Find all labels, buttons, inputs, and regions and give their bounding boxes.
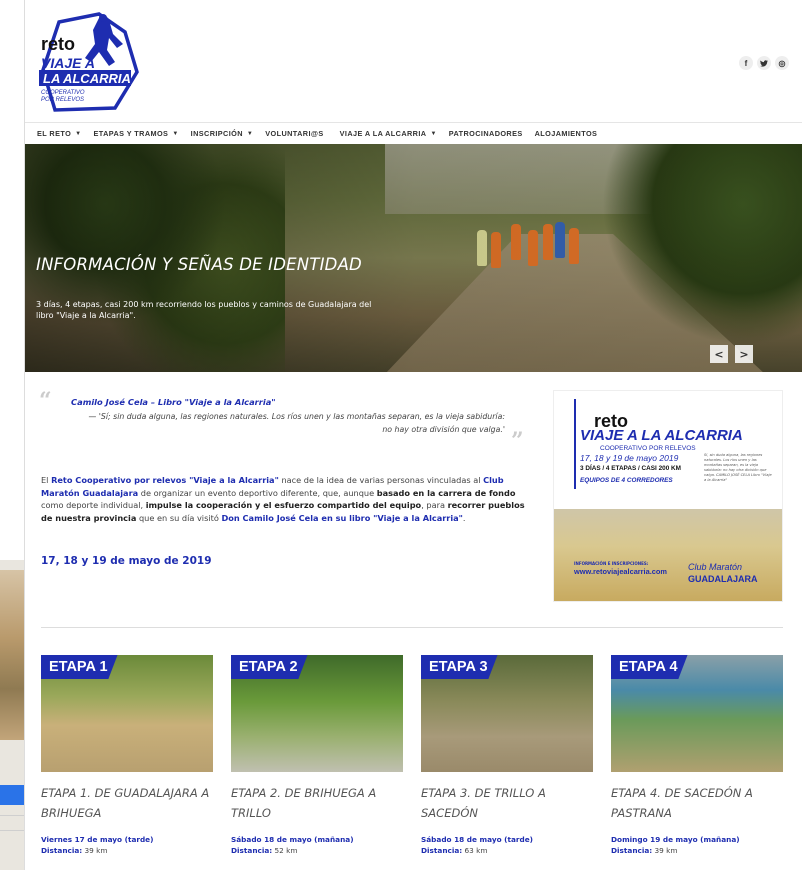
etapa-date: Sábado 18 de mayo (mañana) — [231, 835, 354, 844]
nav-voluntarios[interactable]: VOLUNTARI@S — [265, 129, 323, 138]
etapa-photo[interactable]: ETAPA 2 — [231, 655, 403, 772]
poster-teams: EQUIPOS DE 4 CORREDORES — [580, 477, 673, 484]
caret-down-icon: ▼ — [430, 130, 437, 137]
intro-link-reto[interactable]: Reto Cooperativo por relevos "Viaje a la… — [51, 475, 279, 485]
intro-link-cela[interactable]: Don Camilo José Cela en su libro "Viaje … — [221, 513, 462, 523]
intro-text: como deporte individual, — [41, 500, 146, 511]
distance-value: 52 km — [274, 846, 298, 855]
intro-text: de organizar un evento deportivo diferen… — [138, 487, 377, 498]
nav-label: EL RETO — [37, 129, 72, 138]
poster-summary: 3 DÍAS / 4 ETAPAS / CASI 200 KM — [580, 465, 681, 472]
intro-paragraph: El Reto Cooperativo por relevos "Viaje a… — [41, 474, 531, 524]
poster-accent-line — [574, 399, 576, 489]
etapa-photo[interactable]: ETAPA 3 — [421, 655, 593, 772]
distance-label: Distancia: — [421, 846, 463, 855]
poster-quote: Sí, sin duda alguna, las regiones natura… — [704, 453, 772, 482]
etapa-title[interactable]: ETAPA 2. DE BRIHUEGA A TRILLO — [231, 783, 401, 823]
poster-photo — [554, 509, 782, 601]
open-quote-icon: “ — [39, 388, 52, 414]
nav-alojamientos[interactable]: ALOJAMIENTOS — [535, 129, 598, 138]
caret-down-icon: ▼ — [172, 130, 179, 137]
etapa-card-3[interactable]: ETAPA 3 ETAPA 3. DE TRILLO A SACEDÓN Sáb… — [421, 655, 593, 870]
slider-next-button[interactable]: > — [735, 345, 753, 363]
facebook-icon[interactable]: f — [739, 56, 753, 70]
quote-text: — 'Sí; sin duda alguna, las regiones nat… — [88, 412, 506, 434]
nav-el-reto[interactable]: EL RETO ▼ — [37, 129, 82, 138]
poster-title: VIAJE A LA ALCARRIA — [580, 427, 743, 444]
logo-line4-text: POR RELEVOS — [41, 97, 84, 103]
intro-emphasis: basado en la carrera de fondo — [376, 487, 516, 498]
etapa-tag: ETAPA 2 — [231, 655, 308, 679]
etapa-card-1[interactable]: ETAPA 1 ETAPA 1. DE GUADALAJARA A BRIHUE… — [41, 655, 213, 870]
caret-down-icon: ▼ — [75, 130, 82, 137]
etapa-title[interactable]: ETAPA 4. DE SACEDÓN A PASTRANA — [611, 783, 781, 823]
caret-down-icon: ▼ — [246, 130, 254, 137]
distance-value: 63 km — [464, 846, 488, 855]
etapa-tag: ETAPA 4 — [611, 655, 688, 679]
twitter-icon[interactable] — [757, 56, 771, 70]
nav-label: ETAPAS Y TRAMOS — [93, 129, 169, 138]
quote-author: Camilo José Cela – Libro "Viaje a la Alc… — [71, 397, 276, 407]
web-page: reto VIAJE A LA ALCARRIA COOPERATIVO POR… — [24, 0, 802, 870]
event-dates: 17, 18 y 19 de mayo de 2019 — [41, 555, 212, 567]
distance-label: Distancia: — [611, 846, 653, 855]
logo-line1-text: VIAJE A — [41, 55, 95, 71]
distance-label: Distancia: — [231, 846, 273, 855]
nav-label: VOLUNTARI@S — [265, 129, 324, 138]
site-header: reto VIAJE A LA ALCARRIA COOPERATIVO POR… — [25, 0, 802, 120]
slide-text: 3 días, 4 etapas, casi 200 km recorriend… — [36, 300, 372, 320]
etapa-tag: ETAPA 1 — [41, 655, 118, 679]
etapa-card-2[interactable]: ETAPA 2 ETAPA 2. DE BRIHUEGA A TRILLO Sá… — [231, 655, 403, 870]
nav-patrocinadores[interactable]: PATROCINADORES — [449, 129, 523, 138]
etapa-distance: Distancia: 39 km — [41, 846, 107, 855]
poster-subtitle: COOPERATIVO POR RELEVOS — [600, 445, 696, 452]
poster-club-city: GUADALAJARA — [688, 574, 758, 584]
etapa-date: Viernes 17 de mayo (tarde) — [41, 835, 154, 844]
intro-text: , para — [421, 500, 448, 511]
logo-line2-text: LA ALCARRIA — [43, 71, 131, 86]
site-logo[interactable]: reto VIAJE A LA ALCARRIA COOPERATIVO POR… — [29, 10, 141, 114]
nav-inscripcion[interactable]: INSCRIPCIÓN ▼ — [191, 129, 254, 138]
event-poster[interactable]: reto VIAJE A LA ALCARRIA COOPERATIVO POR… — [553, 390, 783, 602]
distance-value: 39 km — [84, 846, 108, 855]
intro-text: que en su día visitó — [136, 512, 222, 523]
poster-dates: 17, 18 y 19 de mayo 2019 — [580, 453, 679, 463]
nav-viaje-a-la-alcarria[interactable]: VIAJE A LA ALCARRIA ▼ — [340, 129, 437, 138]
social-links: f ◎ — [739, 56, 789, 70]
etapa-distance: Distancia: 63 km — [421, 846, 487, 855]
etapa-title[interactable]: ETAPA 1. DE GUADALAJARA A BRIHUEGA — [41, 783, 211, 823]
hero-slider: INFORMACIÓN Y SEÑAS DE IDENTIDAD 3 días,… — [25, 144, 802, 372]
intro-emphasis: impulse la cooperación y el esfuerzo com… — [145, 500, 422, 511]
etapa-tag: ETAPA 3 — [421, 655, 498, 679]
nav-label: VIAJE A LA ALCARRIA — [339, 129, 427, 138]
logo-line3-text: COOPERATIVO — [41, 90, 85, 96]
section-divider — [41, 627, 783, 628]
intro-text: El — [41, 475, 52, 485]
nav-label: ALOJAMIENTOS — [534, 129, 598, 138]
main-nav: EL RETO ▼ ETAPAS Y TRAMOS ▼ INSCRIPCIÓN ▼ V… — [25, 122, 802, 144]
etapa-distance: Distancia: 39 km — [611, 846, 677, 855]
intro-text: nace de la idea de varias personas vincu… — [278, 475, 484, 485]
instagram-icon[interactable]: ◎ — [775, 56, 789, 70]
poster-club: Club Maratón — [688, 562, 743, 572]
logo-reto-text: reto — [41, 34, 75, 54]
etapa-photo[interactable]: ETAPA 4 — [611, 655, 783, 772]
etapa-card-4[interactable]: ETAPA 4 ETAPA 4. DE SACEDÓN A PASTRANA D… — [611, 655, 783, 870]
close-quote-icon: ” — [511, 428, 524, 454]
intro-text: . — [462, 512, 466, 523]
distance-label: Distancia: — [41, 846, 83, 855]
etapa-date: Domingo 19 de mayo (mañana) — [611, 835, 740, 844]
etapa-distance: Distancia: 52 km — [231, 846, 297, 855]
nav-label: PATROCINADORES — [448, 129, 523, 138]
poster-info-label: INFORMACIÓN E INSCRIPCIONES: — [574, 561, 649, 566]
poster-website: www.retoviajealcarria.com — [574, 567, 667, 576]
etapa-title[interactable]: ETAPA 3. DE TRILLO A SACEDÓN — [421, 783, 591, 823]
etapa-date: Sábado 18 de mayo (tarde) — [421, 835, 533, 844]
slide-title: INFORMACIÓN Y SEÑAS DE IDENTIDAD — [36, 255, 362, 274]
etapa-photo[interactable]: ETAPA 1 — [41, 655, 213, 772]
distance-value: 39 km — [654, 846, 678, 855]
slider-prev-button[interactable]: < — [710, 345, 728, 363]
nav-label: INSCRIPCIÓN — [190, 129, 243, 138]
nav-etapas-y-tramos[interactable]: ETAPAS Y TRAMOS ▼ — [94, 129, 179, 138]
